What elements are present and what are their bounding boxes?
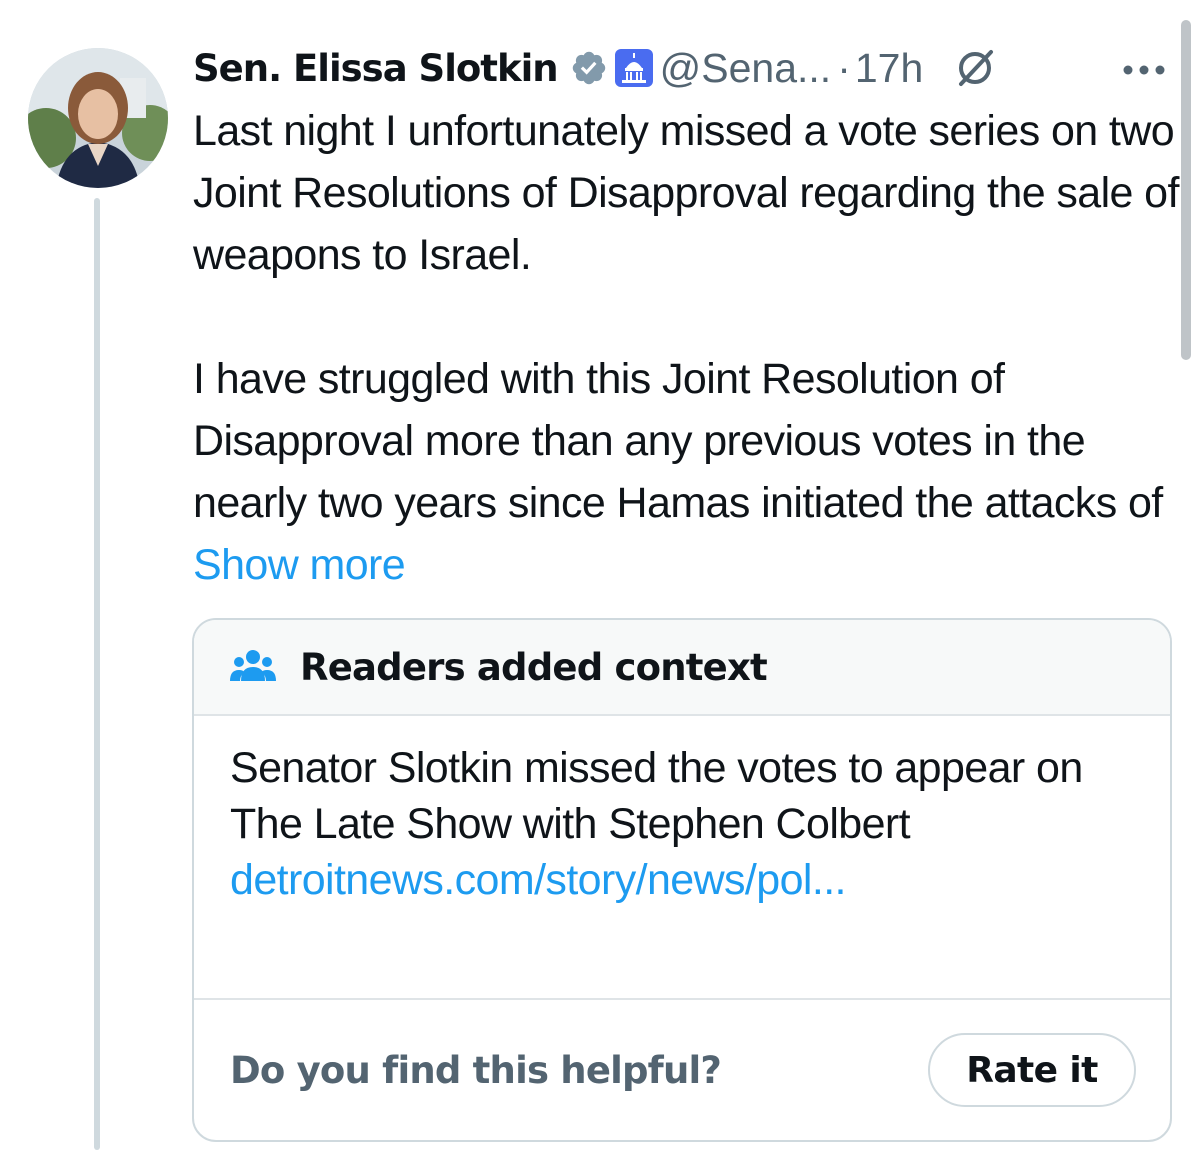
people-icon	[230, 647, 276, 687]
thread-line	[94, 198, 100, 1150]
tweet-paragraph: Last night I unfortunately missed a vote…	[193, 107, 1179, 279]
community-note-body: Senator Slotkin missed the votes to appe…	[194, 716, 1170, 1000]
tweet-paragraph-text: I have struggled with this Joint Resolut…	[193, 355, 1163, 527]
capitol-badge-icon[interactable]	[614, 48, 654, 88]
author-avatar[interactable]	[28, 48, 168, 188]
separator-dot: ·	[837, 44, 851, 91]
tweet-timestamp[interactable]: 17h	[855, 45, 923, 92]
more-options-icon[interactable]	[1120, 50, 1168, 90]
grok-icon[interactable]	[953, 46, 997, 90]
author-handle[interactable]: @Sena...	[660, 45, 832, 92]
tweet-text: Last night I unfortunately missed a vote…	[193, 100, 1183, 596]
community-note-header[interactable]: Readers added context	[194, 620, 1170, 716]
author-name[interactable]: Sen. Elissa Slotkin	[193, 47, 559, 90]
tweet-header: Sen. Elissa Slotkin @Sena... · 17h	[193, 40, 1183, 96]
community-note-title: Readers added context	[300, 645, 768, 689]
community-note-text: Senator Slotkin missed the votes to appe…	[230, 744, 1083, 848]
verified-badge-icon	[570, 49, 608, 87]
community-note-card: Readers added context Senator Slotkin mi…	[192, 618, 1172, 1142]
helpful-question: Do you find this helpful?	[230, 1048, 722, 1092]
rate-it-button[interactable]: Rate it	[928, 1033, 1136, 1107]
community-note-footer: Do you find this helpful? Rate it	[194, 1000, 1170, 1140]
tweet-paragraph: I have struggled with this Joint Resolut…	[193, 348, 1183, 596]
community-note-source-link[interactable]: detroitnews.com/story/news/pol...	[230, 852, 1134, 908]
show-more-link[interactable]: Show more	[193, 541, 406, 589]
